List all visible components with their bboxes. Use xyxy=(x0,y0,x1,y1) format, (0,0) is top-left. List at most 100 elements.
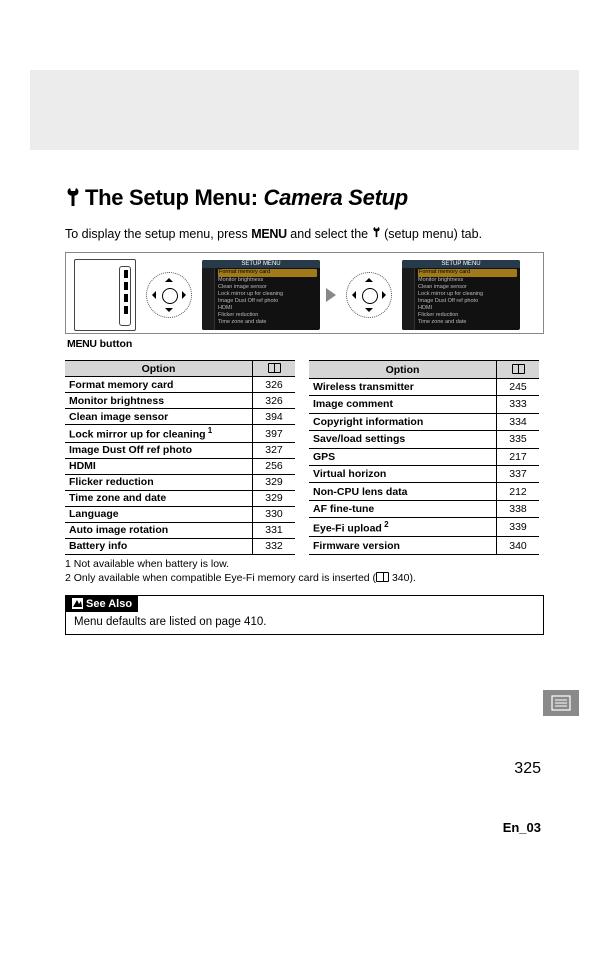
options-table-right: Option Wireless transmitter245Image comm… xyxy=(309,360,539,555)
caption-menu: MENU xyxy=(67,338,97,350)
table-row: Wireless transmitter245 xyxy=(309,378,539,395)
intro-post: (setup menu) tab. xyxy=(381,227,482,241)
option-name: HDMI xyxy=(65,458,253,474)
screen-item: Clean image sensor xyxy=(218,284,317,291)
figure-box: SETUP MENU Format memory card Monitor br… xyxy=(65,252,544,334)
screen-item: Time zone and date xyxy=(418,319,517,326)
dpad-illustration xyxy=(342,268,396,322)
table-row: Format memory card326 xyxy=(65,377,295,393)
footnote-2: 2 Only available when compatible Eye-Fi … xyxy=(65,571,544,585)
option-name: Clean image sensor xyxy=(65,409,253,425)
option-name: Auto image rotation xyxy=(65,522,253,538)
option-name: Lock mirror up for cleaning 1 xyxy=(65,425,253,443)
footnote-1: 1 Not available when battery is low. xyxy=(65,557,544,571)
title-main: The Setup Menu: xyxy=(85,185,258,210)
wrench-icon xyxy=(65,187,81,213)
see-also-header: See Also xyxy=(66,596,138,612)
screen-item: Image Dust Off ref photo xyxy=(418,298,517,305)
figure-caption: MENU button xyxy=(67,338,544,350)
screen-item: HDMI xyxy=(218,305,317,312)
option-tables: Option Format memory card326Monitor brig… xyxy=(65,360,544,555)
intro-text: To display the setup menu, press MENU an… xyxy=(65,226,544,243)
option-name: Save/load settings xyxy=(309,431,497,448)
option-name: Battery info xyxy=(65,538,253,554)
option-name: AF fine-tune xyxy=(309,500,497,517)
intro-pre: To display the setup menu, press xyxy=(65,227,251,241)
page-content: The Setup Menu: Camera Setup To display … xyxy=(0,150,609,635)
option-page: 256 xyxy=(253,458,296,474)
caption-button: button xyxy=(97,338,133,350)
title-sub: Camera Setup xyxy=(264,185,408,210)
see-also-box: See Also Menu defaults are listed on pag… xyxy=(65,595,544,635)
option-name: Format memory card xyxy=(65,377,253,393)
table-row: Auto image rotation331 xyxy=(65,522,295,538)
option-page: 339 xyxy=(497,518,540,537)
table-row: Non-CPU lens data212 xyxy=(309,483,539,500)
option-name: Image Dust Off ref photo xyxy=(65,442,253,458)
footer-code: En_03 xyxy=(503,820,541,835)
screen-item: Lock mirror up for cleaning xyxy=(218,291,317,298)
option-name: Wireless transmitter xyxy=(309,378,497,395)
option-name: Flicker reduction xyxy=(65,474,253,490)
screen-item: Image Dust Off ref photo xyxy=(218,298,317,305)
header-band xyxy=(30,70,579,150)
option-name: GPS xyxy=(309,448,497,465)
book-icon xyxy=(268,363,281,373)
option-name: Time zone and date xyxy=(65,490,253,506)
table-row: Clean image sensor394 xyxy=(65,409,295,425)
see-also-title: See Also xyxy=(86,598,132,610)
table-row: Battery info332 xyxy=(65,538,295,554)
screen-item: Lock mirror up for cleaning xyxy=(418,291,517,298)
screen-list-2: Format memory card Monitor brightness Cl… xyxy=(415,268,520,330)
option-page: 331 xyxy=(253,522,296,538)
option-page: 217 xyxy=(497,448,540,465)
option-name: Copyright information xyxy=(309,413,497,430)
option-page: 212 xyxy=(497,483,540,500)
option-page: 326 xyxy=(253,377,296,393)
table-row: Eye-Fi upload 2339 xyxy=(309,518,539,537)
option-page: 329 xyxy=(253,490,296,506)
option-page: 327 xyxy=(253,442,296,458)
option-page: 330 xyxy=(253,506,296,522)
col-page xyxy=(253,361,296,377)
col-option: Option xyxy=(65,361,253,377)
option-name: Image comment xyxy=(309,396,497,413)
option-page: 245 xyxy=(497,378,540,395)
option-name: Eye-Fi upload 2 xyxy=(309,518,497,537)
col-page xyxy=(497,361,540,378)
screen-item: Clean image sensor xyxy=(418,284,517,291)
footnote-ref: 1 xyxy=(206,426,213,435)
option-name: Language xyxy=(65,506,253,522)
table-row: Image Dust Off ref photo327 xyxy=(65,442,295,458)
page-number: 325 xyxy=(514,760,541,778)
book-icon xyxy=(512,364,525,374)
option-page: 334 xyxy=(497,413,540,430)
option-page: 333 xyxy=(497,396,540,413)
footnote-2-pre: 2 Only available when compatible Eye-Fi … xyxy=(65,572,376,584)
option-name: Monitor brightness xyxy=(65,393,253,409)
page-title: The Setup Menu: Camera Setup xyxy=(65,185,544,213)
footnote-ref: 2 xyxy=(382,520,389,529)
option-name: Firmware version xyxy=(309,537,497,555)
dpad-illustration xyxy=(142,268,196,322)
screen-item: Monitor brightness xyxy=(418,277,517,284)
screen-item: Monitor brightness xyxy=(218,277,317,284)
lcd-screen-1: SETUP MENU Format memory card Monitor br… xyxy=(202,260,320,330)
option-page: 338 xyxy=(497,500,540,517)
option-name: Non-CPU lens data xyxy=(309,483,497,500)
screen-item: HDMI xyxy=(418,305,517,312)
screen-title: SETUP MENU xyxy=(402,260,520,268)
footnote-2-post: 340). xyxy=(389,572,416,584)
option-page: 326 xyxy=(253,393,296,409)
table-row: HDMI256 xyxy=(65,458,295,474)
table-row: Copyright information334 xyxy=(309,413,539,430)
option-page: 394 xyxy=(253,409,296,425)
footnotes: 1 Not available when battery is low. 2 O… xyxy=(65,557,544,585)
table-row: Virtual horizon337 xyxy=(309,466,539,483)
table-row: Time zone and date329 xyxy=(65,490,295,506)
menu-label: MENU xyxy=(251,227,287,241)
screen-item: Format memory card xyxy=(418,269,517,276)
screen-item: Flicker reduction xyxy=(218,312,317,319)
table-row: Monitor brightness326 xyxy=(65,393,295,409)
option-page: 340 xyxy=(497,537,540,555)
